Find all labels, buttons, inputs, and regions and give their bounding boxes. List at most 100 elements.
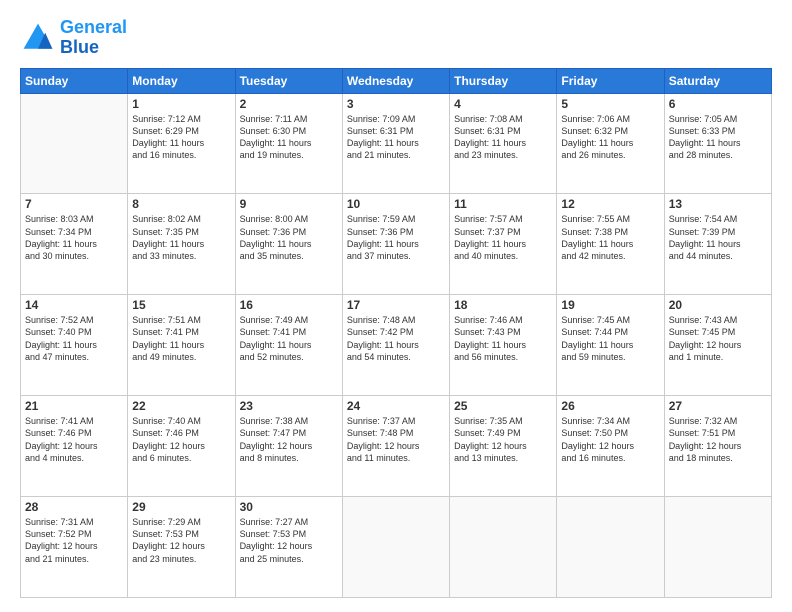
day-info: Sunrise: 7:12 AM Sunset: 6:29 PM Dayligh… <box>132 113 230 162</box>
calendar-cell <box>342 497 449 598</box>
day-info: Sunrise: 7:48 AM Sunset: 7:42 PM Dayligh… <box>347 314 445 363</box>
calendar-cell: 3Sunrise: 7:09 AM Sunset: 6:31 PM Daylig… <box>342 93 449 194</box>
calendar-cell <box>450 497 557 598</box>
day-number: 13 <box>669 197 767 211</box>
day-info: Sunrise: 7:43 AM Sunset: 7:45 PM Dayligh… <box>669 314 767 363</box>
day-number: 14 <box>25 298 123 312</box>
day-info: Sunrise: 8:00 AM Sunset: 7:36 PM Dayligh… <box>240 213 338 262</box>
logo-text: General Blue <box>60 18 127 58</box>
day-info: Sunrise: 7:41 AM Sunset: 7:46 PM Dayligh… <box>25 415 123 464</box>
calendar-cell: 26 Sunrise: 7:34 AM Sunset: 7:50 PM Dayli… <box>557 396 664 497</box>
day-info: Sunrise: 7:35 AM Sunset: 7:49 PM Dayligh… <box>454 415 552 464</box>
day-number: 7 <box>25 197 123 211</box>
day-number: 10 <box>347 197 445 211</box>
day-number: 11 <box>454 197 552 211</box>
calendar-cell: 9 Sunrise: 8:00 AM Sunset: 7:36 PM Daylig… <box>235 194 342 295</box>
day-number: 3 <box>347 97 445 111</box>
calendar-cell: 21 Sunrise: 7:41 AM Sunset: 7:46 PM Dayli… <box>21 396 128 497</box>
calendar-cell <box>21 93 128 194</box>
day-info: Sunrise: 7:11 AM Sunset: 6:30 PM Dayligh… <box>240 113 338 162</box>
day-info: Sunrise: 7:37 AM Sunset: 7:48 PM Dayligh… <box>347 415 445 464</box>
calendar-week-row: 7 Sunrise: 8:03 AM Sunset: 7:34 PM Daylig… <box>21 194 772 295</box>
day-info: Sunrise: 7:57 AM Sunset: 7:37 PM Dayligh… <box>454 213 552 262</box>
calendar-cell: 15 Sunrise: 7:51 AM Sunset: 7:41 PM Dayli… <box>128 295 235 396</box>
calendar-cell: 22 Sunrise: 7:40 AM Sunset: 7:46 PM Dayli… <box>128 396 235 497</box>
calendar-cell: 20 Sunrise: 7:43 AM Sunset: 7:45 PM Dayli… <box>664 295 771 396</box>
day-info: Sunrise: 7:40 AM Sunset: 7:46 PM Dayligh… <box>132 415 230 464</box>
day-info: Sunrise: 7:46 AM Sunset: 7:43 PM Dayligh… <box>454 314 552 363</box>
calendar-cell: 8 Sunrise: 8:02 AM Sunset: 7:35 PM Daylig… <box>128 194 235 295</box>
day-info: Sunrise: 7:54 AM Sunset: 7:39 PM Dayligh… <box>669 213 767 262</box>
calendar-header-row: SundayMondayTuesdayWednesdayThursdayFrid… <box>21 68 772 93</box>
calendar-header-tuesday: Tuesday <box>235 68 342 93</box>
calendar-cell: 14 Sunrise: 7:52 AM Sunset: 7:40 PM Dayli… <box>21 295 128 396</box>
logo: General Blue <box>20 18 127 58</box>
calendar-cell: 29Sunrise: 7:29 AM Sunset: 7:53 PM Dayli… <box>128 497 235 598</box>
calendar-header-wednesday: Wednesday <box>342 68 449 93</box>
day-info: Sunrise: 7:05 AM Sunset: 6:33 PM Dayligh… <box>669 113 767 162</box>
day-number: 18 <box>454 298 552 312</box>
calendar-header-monday: Monday <box>128 68 235 93</box>
header: General Blue <box>20 18 772 58</box>
calendar-cell: 12Sunrise: 7:55 AM Sunset: 7:38 PM Dayli… <box>557 194 664 295</box>
calendar-header-friday: Friday <box>557 68 664 93</box>
day-number: 28 <box>25 500 123 514</box>
calendar-cell: 17 Sunrise: 7:48 AM Sunset: 7:42 PM Dayli… <box>342 295 449 396</box>
calendar-cell: 18 Sunrise: 7:46 AM Sunset: 7:43 PM Dayli… <box>450 295 557 396</box>
page: General Blue SundayMondayTuesdayWednesda… <box>0 0 792 612</box>
day-info: Sunrise: 7:29 AM Sunset: 7:53 PM Dayligh… <box>132 516 230 565</box>
calendar-cell: 25 Sunrise: 7:35 AM Sunset: 7:49 PM Dayli… <box>450 396 557 497</box>
calendar-cell: 2 Sunrise: 7:11 AM Sunset: 6:30 PM Daylig… <box>235 93 342 194</box>
day-number: 9 <box>240 197 338 211</box>
day-number: 1 <box>132 97 230 111</box>
day-info: Sunrise: 7:34 AM Sunset: 7:50 PM Dayligh… <box>561 415 659 464</box>
calendar-table: SundayMondayTuesdayWednesdayThursdayFrid… <box>20 68 772 598</box>
day-info: Sunrise: 7:27 AM Sunset: 7:53 PM Dayligh… <box>240 516 338 565</box>
day-info: Sunrise: 7:08 AM Sunset: 6:31 PM Dayligh… <box>454 113 552 162</box>
calendar-cell: 5 Sunrise: 7:06 AM Sunset: 6:32 PM Daylig… <box>557 93 664 194</box>
day-number: 30 <box>240 500 338 514</box>
day-info: Sunrise: 7:45 AM Sunset: 7:44 PM Dayligh… <box>561 314 659 363</box>
day-number: 16 <box>240 298 338 312</box>
calendar-cell: 24Sunrise: 7:37 AM Sunset: 7:48 PM Dayli… <box>342 396 449 497</box>
calendar-cell: 27 Sunrise: 7:32 AM Sunset: 7:51 PM Dayli… <box>664 396 771 497</box>
calendar-header-sunday: Sunday <box>21 68 128 93</box>
day-info: Sunrise: 7:51 AM Sunset: 7:41 PM Dayligh… <box>132 314 230 363</box>
calendar-cell: 11 Sunrise: 7:57 AM Sunset: 7:37 PM Dayli… <box>450 194 557 295</box>
calendar-cell: 6 Sunrise: 7:05 AM Sunset: 6:33 PM Daylig… <box>664 93 771 194</box>
logo-icon <box>20 20 56 56</box>
day-number: 12 <box>561 197 659 211</box>
day-number: 5 <box>561 97 659 111</box>
day-number: 17 <box>347 298 445 312</box>
calendar-header-thursday: Thursday <box>450 68 557 93</box>
calendar-week-row: 28Sunrise: 7:31 AM Sunset: 7:52 PM Dayli… <box>21 497 772 598</box>
calendar-cell: 7 Sunrise: 8:03 AM Sunset: 7:34 PM Daylig… <box>21 194 128 295</box>
calendar-cell: 30 Sunrise: 7:27 AM Sunset: 7:53 PM Dayli… <box>235 497 342 598</box>
day-number: 6 <box>669 97 767 111</box>
day-number: 26 <box>561 399 659 413</box>
calendar-cell: 23Sunrise: 7:38 AM Sunset: 7:47 PM Dayli… <box>235 396 342 497</box>
day-number: 22 <box>132 399 230 413</box>
day-info: Sunrise: 7:52 AM Sunset: 7:40 PM Dayligh… <box>25 314 123 363</box>
day-number: 15 <box>132 298 230 312</box>
day-number: 21 <box>25 399 123 413</box>
day-info: Sunrise: 8:02 AM Sunset: 7:35 PM Dayligh… <box>132 213 230 262</box>
day-number: 20 <box>669 298 767 312</box>
calendar-cell <box>664 497 771 598</box>
day-number: 2 <box>240 97 338 111</box>
calendar-cell: 13 Sunrise: 7:54 AM Sunset: 7:39 PM Dayli… <box>664 194 771 295</box>
calendar-cell: 4Sunrise: 7:08 AM Sunset: 6:31 PM Daylig… <box>450 93 557 194</box>
calendar-cell: 19Sunrise: 7:45 AM Sunset: 7:44 PM Dayli… <box>557 295 664 396</box>
day-number: 25 <box>454 399 552 413</box>
calendar-cell: 10 Sunrise: 7:59 AM Sunset: 7:36 PM Dayli… <box>342 194 449 295</box>
day-number: 27 <box>669 399 767 413</box>
day-info: Sunrise: 7:32 AM Sunset: 7:51 PM Dayligh… <box>669 415 767 464</box>
calendar-week-row: 1 Sunrise: 7:12 AM Sunset: 6:29 PM Daylig… <box>21 93 772 194</box>
day-info: Sunrise: 8:03 AM Sunset: 7:34 PM Dayligh… <box>25 213 123 262</box>
calendar-cell: 28Sunrise: 7:31 AM Sunset: 7:52 PM Dayli… <box>21 497 128 598</box>
day-info: Sunrise: 7:49 AM Sunset: 7:41 PM Dayligh… <box>240 314 338 363</box>
day-info: Sunrise: 7:06 AM Sunset: 6:32 PM Dayligh… <box>561 113 659 162</box>
day-info: Sunrise: 7:59 AM Sunset: 7:36 PM Dayligh… <box>347 213 445 262</box>
calendar-cell: 1 Sunrise: 7:12 AM Sunset: 6:29 PM Daylig… <box>128 93 235 194</box>
day-number: 8 <box>132 197 230 211</box>
